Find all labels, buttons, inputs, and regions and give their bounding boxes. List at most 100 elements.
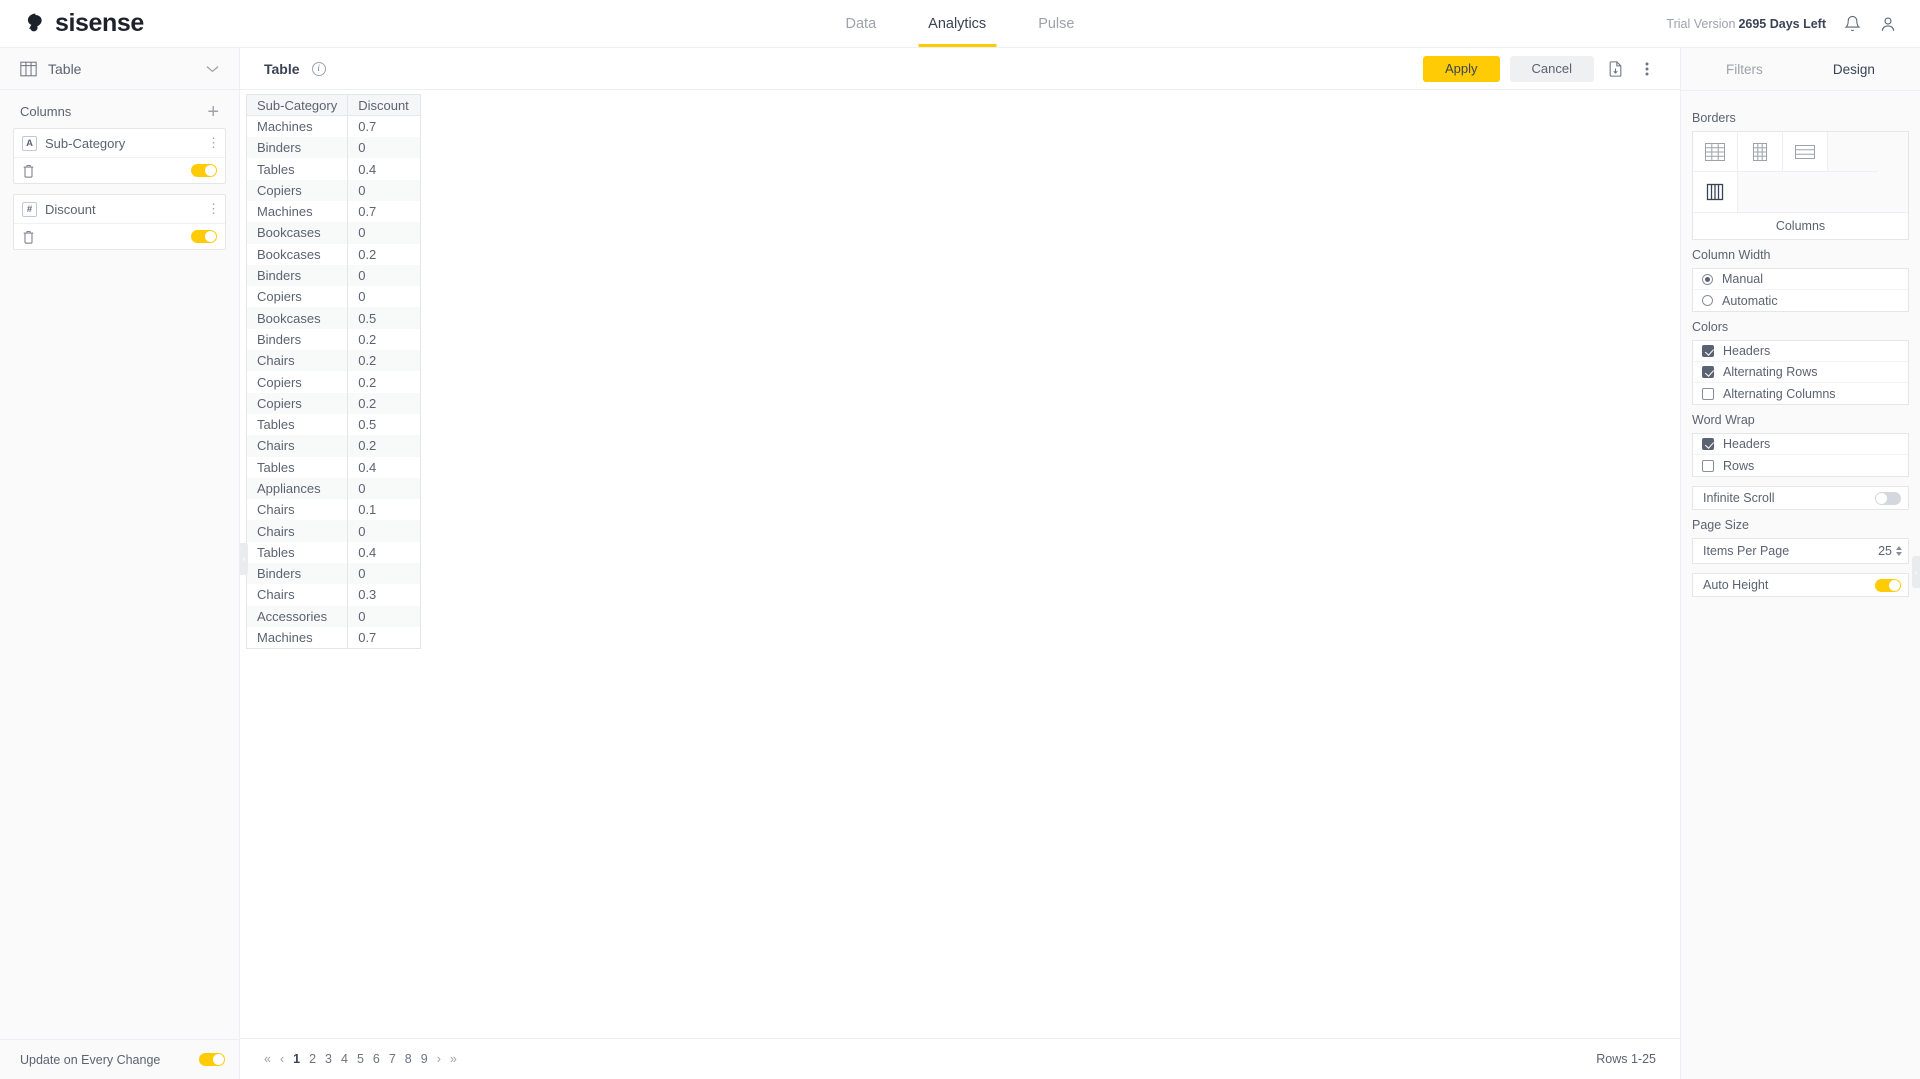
borders-vertical-icon[interactable]: [1738, 132, 1783, 172]
cancel-button[interactable]: Cancel: [1509, 55, 1594, 82]
table-row[interactable]: Chairs 0.2: [245, 350, 422, 372]
collapse-left-panel-handle[interactable]: ‹: [240, 543, 248, 575]
column-width-box: Manual Automatic: [1692, 268, 1909, 312]
pagination-first[interactable]: «: [264, 1052, 271, 1066]
borders-all-icon[interactable]: [1693, 132, 1738, 172]
add-column-button[interactable]: +: [207, 102, 219, 122]
table-row[interactable]: Machines 0.7: [245, 115, 422, 138]
pagination-page-4[interactable]: 4: [341, 1052, 348, 1066]
user-icon[interactable]: [1878, 14, 1898, 34]
table-row[interactable]: Machines 0.7: [245, 626, 422, 649]
pagination-page-9[interactable]: 9: [421, 1052, 428, 1066]
column-header-sub-category[interactable]: Sub-Category: [245, 93, 349, 117]
word-wrap-option-rows[interactable]: Rows: [1693, 455, 1908, 476]
checkbox-wordwrap-rows[interactable]: [1702, 459, 1714, 472]
checkbox-alternating-columns[interactable]: [1702, 387, 1714, 400]
table-row[interactable]: Tables 0.4: [245, 456, 422, 478]
table-row[interactable]: Tables 0.4: [245, 158, 422, 180]
table-row[interactable]: Copiers 0.2: [245, 392, 422, 414]
widget-type-label: Table: [48, 60, 82, 77]
pagination-page-7[interactable]: 7: [389, 1052, 396, 1066]
checkbox-colors-headers[interactable]: [1702, 345, 1714, 357]
borders-title: Borders: [1692, 111, 1736, 125]
pagination-next[interactable]: ›: [437, 1052, 441, 1066]
word-wrap-option-headers[interactable]: Headers: [1693, 434, 1908, 455]
column-enabled-toggle[interactable]: [191, 230, 217, 243]
widget-canvas: Sub-Category Discount Machines 0.7 Binders…: [240, 90, 1680, 1039]
tab-filters[interactable]: Filters: [1710, 62, 1779, 77]
colors-option-alternating-columns[interactable]: Alternating Columns: [1693, 383, 1908, 404]
column-enabled-toggle[interactable]: [191, 164, 217, 177]
table-row[interactable]: Binders 0: [245, 563, 422, 585]
pagination-page-1[interactable]: 1: [293, 1052, 300, 1066]
pagination-page-2[interactable]: 2: [309, 1052, 316, 1066]
auto-height-toggle[interactable]: [1875, 578, 1901, 592]
cell-sub-category: Bookcases: [245, 307, 349, 329]
option-label: Headers: [1723, 437, 1771, 451]
apply-button[interactable]: Apply: [1423, 55, 1500, 82]
radio-manual[interactable]: [1702, 273, 1713, 285]
column-menu-icon[interactable]: ⋮: [207, 202, 220, 215]
cell-sub-category: Copiers: [245, 179, 349, 201]
kebab-menu-icon[interactable]: [1636, 58, 1658, 80]
table-row[interactable]: Chairs 0.2: [245, 435, 422, 457]
stepper-up-icon[interactable]: [1896, 546, 1902, 550]
borders-horizontal-icon[interactable]: [1783, 132, 1828, 172]
cell-sub-category: Tables: [245, 456, 349, 478]
table-row[interactable]: Binders 0: [245, 137, 422, 159]
table-row[interactable]: Machines 0.7: [245, 200, 422, 223]
column-width-option-automatic[interactable]: Automatic: [1693, 290, 1908, 311]
trash-icon[interactable]: [22, 164, 35, 178]
radio-automatic[interactable]: [1702, 295, 1713, 306]
bell-icon[interactable]: [1842, 14, 1862, 34]
colors-option-headers[interactable]: Headers: [1693, 341, 1908, 362]
pagination-last[interactable]: »: [450, 1052, 457, 1066]
nav-tab-data[interactable]: Data: [820, 0, 903, 47]
nav-tab-pulse[interactable]: Pulse: [1012, 0, 1100, 47]
table-row[interactable]: Bookcases 0.5: [245, 307, 422, 329]
column-width-option-manual[interactable]: Manual: [1693, 269, 1908, 290]
table-row[interactable]: Chairs 0.3: [245, 584, 422, 606]
borders-columns-icon[interactable]: [1693, 172, 1738, 212]
info-icon[interactable]: i: [311, 61, 326, 76]
pagination-prev[interactable]: ‹: [280, 1052, 284, 1066]
collapse-right-panel-handle[interactable]: ›: [1912, 556, 1920, 588]
items-per-page-stepper[interactable]: [1896, 546, 1902, 556]
nav-tab-analytics[interactable]: Analytics: [902, 0, 1012, 47]
column-menu-icon[interactable]: ⋮: [207, 136, 220, 149]
column-card-discount[interactable]: # Discount ⋮: [13, 194, 226, 250]
table-row[interactable]: Chairs 0: [245, 520, 422, 542]
infinite-scroll-toggle[interactable]: [1875, 491, 1901, 505]
table-row[interactable]: Chairs 0.1: [245, 499, 422, 521]
widget-type-selector[interactable]: Table: [0, 48, 239, 90]
table-row[interactable]: Binders 0.2: [245, 328, 422, 351]
table-row[interactable]: Appliances 0: [245, 477, 422, 500]
checkbox-alternating-rows[interactable]: [1702, 366, 1714, 378]
pagination-page-5[interactable]: 5: [357, 1052, 364, 1066]
table-row[interactable]: Binders 0: [245, 264, 422, 287]
table-row[interactable]: Accessories 0: [245, 605, 422, 627]
table-row[interactable]: Copiers 0: [245, 179, 422, 201]
table-row[interactable]: Tables 0.4: [245, 541, 422, 564]
tab-design[interactable]: Design: [1817, 62, 1891, 77]
colors-option-alternating-rows[interactable]: Alternating Rows: [1693, 362, 1908, 383]
table-row[interactable]: Copiers 0.2: [245, 371, 422, 393]
widget-title: Table: [264, 60, 300, 77]
stepper-down-icon[interactable]: [1896, 552, 1902, 556]
checkbox-wordwrap-headers[interactable]: [1702, 438, 1714, 450]
trash-icon[interactable]: [22, 230, 35, 244]
pagination-page-8[interactable]: 8: [405, 1052, 412, 1066]
sisense-logo[interactable]: sisense: [0, 9, 144, 38]
table-row[interactable]: Bookcases 0.2: [245, 243, 422, 265]
table-row[interactable]: Bookcases 0: [245, 222, 422, 244]
column-header-discount[interactable]: Discount: [347, 93, 422, 117]
pagination-page-3[interactable]: 3: [325, 1052, 332, 1066]
items-per-page-input[interactable]: [1854, 542, 1896, 560]
table-row[interactable]: Copiers 0: [245, 286, 422, 308]
column-card-sub-category[interactable]: A Sub-Category ⋮: [13, 128, 226, 184]
update-on-change-toggle[interactable]: [199, 1053, 225, 1066]
export-icon[interactable]: [1604, 58, 1626, 80]
table-header-row: Sub-Category Discount: [245, 93, 422, 117]
table-row[interactable]: Tables 0.5: [245, 413, 422, 436]
pagination-page-6[interactable]: 6: [373, 1052, 380, 1066]
